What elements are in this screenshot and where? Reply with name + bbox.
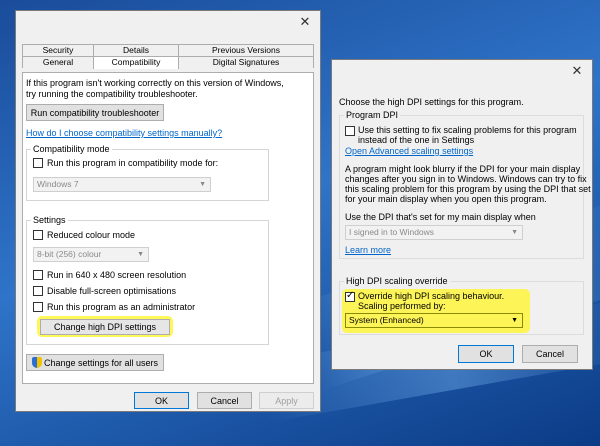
tab-details[interactable]: Details [93,44,179,56]
shield-icon [31,357,42,368]
compatibility-tab-page: If this program isn't working correctly … [22,72,314,384]
run-admin-label: Run this program as an administrator [47,302,196,312]
program-dpi-label: Program DPI [344,110,401,120]
compat-mode-group: Compatibility mode Run this program in c… [26,144,269,201]
intro-text: try running the compatibility troublesho… [26,89,198,99]
advanced-scaling-link[interactable]: Open Advanced scaling settings [345,146,473,156]
os-select-value: Windows 7 [37,179,79,189]
scaling-performed-label: Scaling performed by: [358,301,446,311]
signin-select-value: I signed in to Windows [349,227,435,237]
cancel-button[interactable]: Cancel [522,345,578,363]
change-all-users-label: Change settings for all users [43,357,159,368]
chevron-down-icon: ▼ [199,181,206,188]
colour-depth-select[interactable]: 8-bit (256) colour ▼ [33,247,149,262]
chevron-down-icon: ▼ [511,317,518,324]
chevron-down-icon: ▼ [511,229,518,236]
ok-button[interactable]: OK [458,345,514,363]
run-admin-checkbox[interactable] [33,302,43,312]
compat-mode-checkbox-label: Run this program in compatibility mode f… [47,158,219,168]
tab-digital-signatures[interactable]: Digital Signatures [178,56,314,68]
program-dpi-checkbox-label: instead of the one in Settings [358,135,475,145]
dpi-description: this scaling problem for this program by… [345,184,591,194]
scaling-select[interactable]: System (Enhanced) ▼ [345,313,523,328]
tab-previous-versions[interactable]: Previous Versions [178,44,314,56]
compat-mode-label: Compatibility mode [31,144,112,154]
dpi-override-group: High DPI scaling override Override high … [339,276,584,335]
change-dpi-settings-button[interactable]: Change high DPI settings [40,319,170,335]
intro-text: If this program isn't working correctly … [26,78,284,88]
dpi-settings-dialog: ✕ Choose the high DPI settings for this … [331,59,593,370]
reduced-colour-label: Reduced colour mode [47,230,136,240]
tab-row-bottom: General Compatibility Digital Signatures [22,56,314,69]
override-checkbox[interactable] [345,290,355,302]
change-all-users-button[interactable]: Change settings for all users [26,354,164,371]
program-dpi-checkbox-label: Use this setting to fix scaling problems… [358,125,577,135]
compat-mode-checkbox[interactable] [33,158,43,168]
learn-more-link[interactable]: Learn more [345,245,391,255]
close-icon[interactable]: ✕ [298,15,312,29]
res-640-label: Run in 640 x 480 screen resolution [47,270,187,280]
use-dpi-label: Use the DPI that's set for my main displ… [345,212,536,222]
reduced-colour-checkbox[interactable] [33,230,43,240]
help-link[interactable]: How do I choose compatibility settings m… [26,128,222,138]
program-dpi-checkbox[interactable] [345,126,355,136]
settings-label: Settings [31,215,68,225]
tab-security[interactable]: Security [22,44,94,56]
dpi-description: A program might look blurry if the DPI f… [345,164,581,174]
res-640-checkbox[interactable] [33,270,43,280]
properties-dialog: ✕ Security Details Previous Versions Gen… [15,10,321,412]
settings-group: Settings Reduced colour mode 8-bit (256)… [26,215,269,345]
disable-fullscreen-checkbox[interactable] [33,286,43,296]
signin-select[interactable]: I signed in to Windows ▼ [345,225,523,240]
apply-button[interactable]: Apply [259,392,314,409]
tab-row-top: Security Details Previous Versions [22,44,314,56]
program-dpi-group: Program DPI Use this setting to fix scal… [339,110,591,259]
disable-fullscreen-label: Disable full-screen optimisations [47,286,177,296]
cancel-button[interactable]: Cancel [197,392,252,409]
dpi-description: changes after you sign in to Windows. Wi… [345,174,587,184]
scaling-select-value: System (Enhanced) [349,315,424,325]
tab-general[interactable]: General [22,56,94,68]
ok-button[interactable]: OK [134,392,189,409]
close-icon[interactable]: ✕ [570,64,584,78]
dpi-heading: Choose the high DPI settings for this pr… [339,97,524,107]
run-troubleshooter-button[interactable]: Run compatibility troubleshooter [26,104,164,121]
tab-compatibility[interactable]: Compatibility [93,56,179,69]
os-select[interactable]: Windows 7 ▼ [33,177,211,192]
chevron-down-icon: ▼ [137,251,144,258]
dpi-override-label: High DPI scaling override [344,276,450,286]
override-checkbox-label: Override high DPI scaling behaviour. [358,291,505,301]
colour-depth-value: 8-bit (256) colour [37,249,102,259]
dpi-description: for your main display when you open this… [345,194,547,204]
